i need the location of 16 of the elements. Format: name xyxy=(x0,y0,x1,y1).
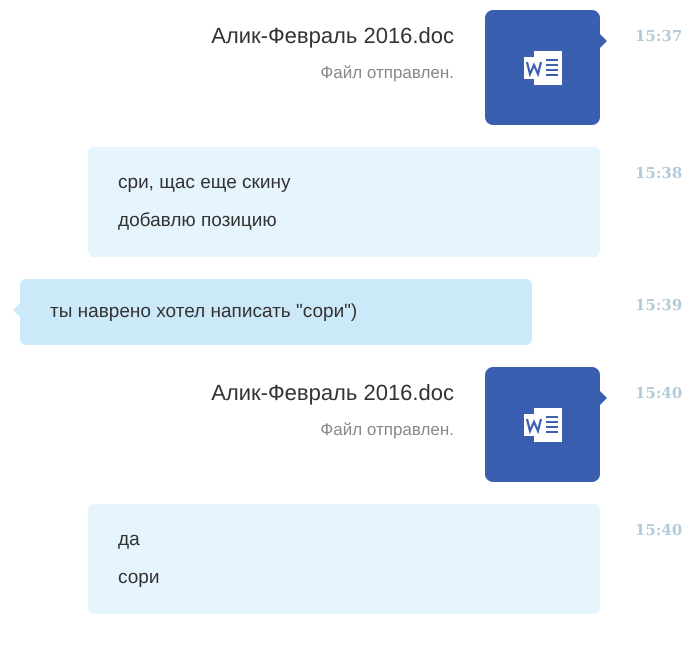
message-time: 15:40 xyxy=(634,520,682,539)
message-text: сри, щас еще скину xyxy=(118,171,292,195)
message-time: 15:38 xyxy=(634,163,682,182)
message-text: добавлю позицию xyxy=(118,209,278,233)
file-status: Файл отправлен. xyxy=(320,63,454,83)
document-icon xyxy=(524,50,562,84)
message-text: ты наврено хотел написать "сори") xyxy=(50,300,358,324)
file-name[interactable]: Алик-Февраль 2016.doc xyxy=(211,380,454,406)
message-time: 15:40 xyxy=(634,383,682,402)
message-text: сори xyxy=(118,566,160,590)
file-name[interactable]: Алик-Февраль 2016.doc xyxy=(211,23,454,49)
file-status: Файл отправлен. xyxy=(320,420,454,440)
message-time: 15:37 xyxy=(634,26,682,45)
message-text: да xyxy=(118,528,141,552)
document-icon xyxy=(524,408,562,442)
message-time: 15:39 xyxy=(634,295,682,314)
